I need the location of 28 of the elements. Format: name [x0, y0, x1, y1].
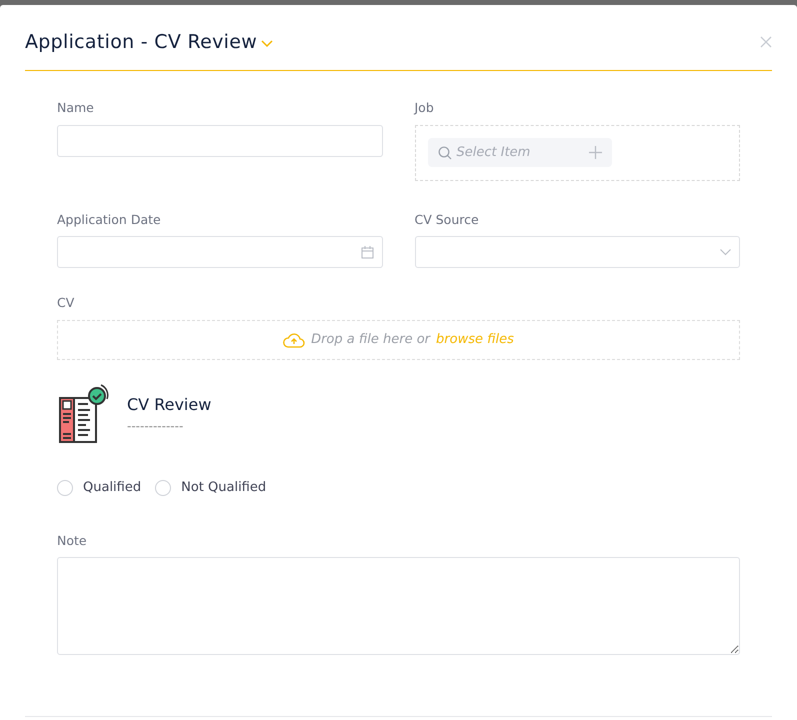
dropdown-field[interactable] — [414, 236, 740, 268]
chevron-down-icon — [720, 248, 731, 256]
radio-button[interactable] — [57, 480, 73, 496]
plus-icon[interactable] — [588, 146, 602, 160]
modal-title: Application - CV Review — [25, 31, 258, 54]
name-input[interactable] — [57, 124, 382, 157]
field-label: Job — [414, 98, 435, 117]
field-label: CV Source — [414, 210, 480, 229]
radio-label[interactable]: Not Qualified — [181, 478, 266, 498]
note-textarea[interactable] — [57, 557, 740, 656]
radio-button[interactable] — [155, 480, 172, 496]
close-icon[interactable] — [760, 36, 772, 48]
field-label: CV — [57, 294, 76, 312]
cloud-upload-icon — [283, 332, 306, 348]
field-label: Note — [57, 532, 88, 550]
date-field[interactable] — [57, 236, 382, 268]
calendar-icon — [360, 246, 374, 259]
radio-label[interactable]: Qualified — [83, 478, 142, 498]
field-label: Name — [57, 98, 95, 117]
browse-files-link[interactable]: browse files — [436, 330, 514, 350]
search-icon — [438, 146, 452, 160]
select-item-field[interactable]: Select Item — [428, 138, 612, 168]
file-drop-zone[interactable]: Drop a file here or browse files — [57, 320, 740, 360]
section-subtitle: ------------- — [127, 418, 184, 436]
section-title: CV Review — [127, 394, 212, 416]
field-label: Application Date — [57, 210, 162, 229]
chevron-down-icon[interactable] — [261, 40, 274, 48]
drop-hint: Drop a file here or — [311, 331, 430, 350]
